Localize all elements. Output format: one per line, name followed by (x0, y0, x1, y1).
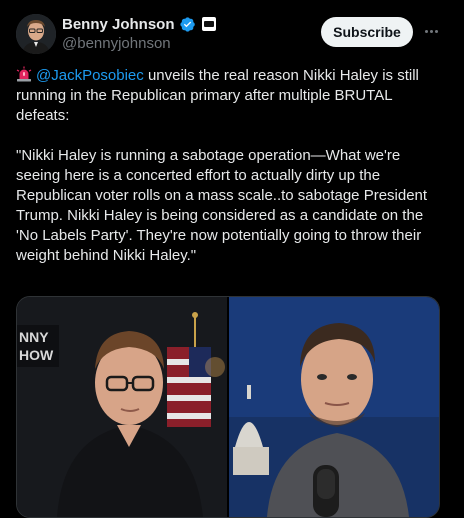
police-siren-icon (16, 66, 32, 82)
affiliate-badge-icon[interactable] (201, 17, 216, 31)
show-sign-line2: HOW (19, 347, 54, 363)
more-options-icon[interactable] (420, 20, 442, 42)
author-info: Benny Johnson @bennyjohnson (62, 14, 216, 52)
author-handle[interactable]: @bennyjohnson (62, 35, 216, 52)
show-sign-line1: NNY (19, 329, 49, 345)
tweet-intro: @JackPosobiec unveils the real reason Ni… (16, 66, 446, 126)
tweet-body: @JackPosobiec unveils the real reason Ni… (16, 66, 446, 286)
subscribe-button[interactable]: Subscribe (321, 17, 413, 47)
tweet-card: Benny Johnson @bennyjohnson Subscribe @J… (0, 0, 464, 518)
author-name-row: Benny Johnson (62, 14, 216, 34)
mention-link[interactable]: @JackPosobiec (36, 67, 144, 84)
author-avatar[interactable] (16, 14, 56, 54)
tweet-quote: "Nikki Haley is running a sabotage opera… (16, 147, 428, 264)
verified-badge-icon (179, 16, 195, 32)
avatar-photo-icon (16, 14, 56, 54)
author-display-name[interactable]: Benny Johnson (62, 16, 175, 33)
video-thumbnail: NNY HOW (17, 297, 439, 517)
tweet-video[interactable]: NNY HOW (16, 296, 440, 518)
